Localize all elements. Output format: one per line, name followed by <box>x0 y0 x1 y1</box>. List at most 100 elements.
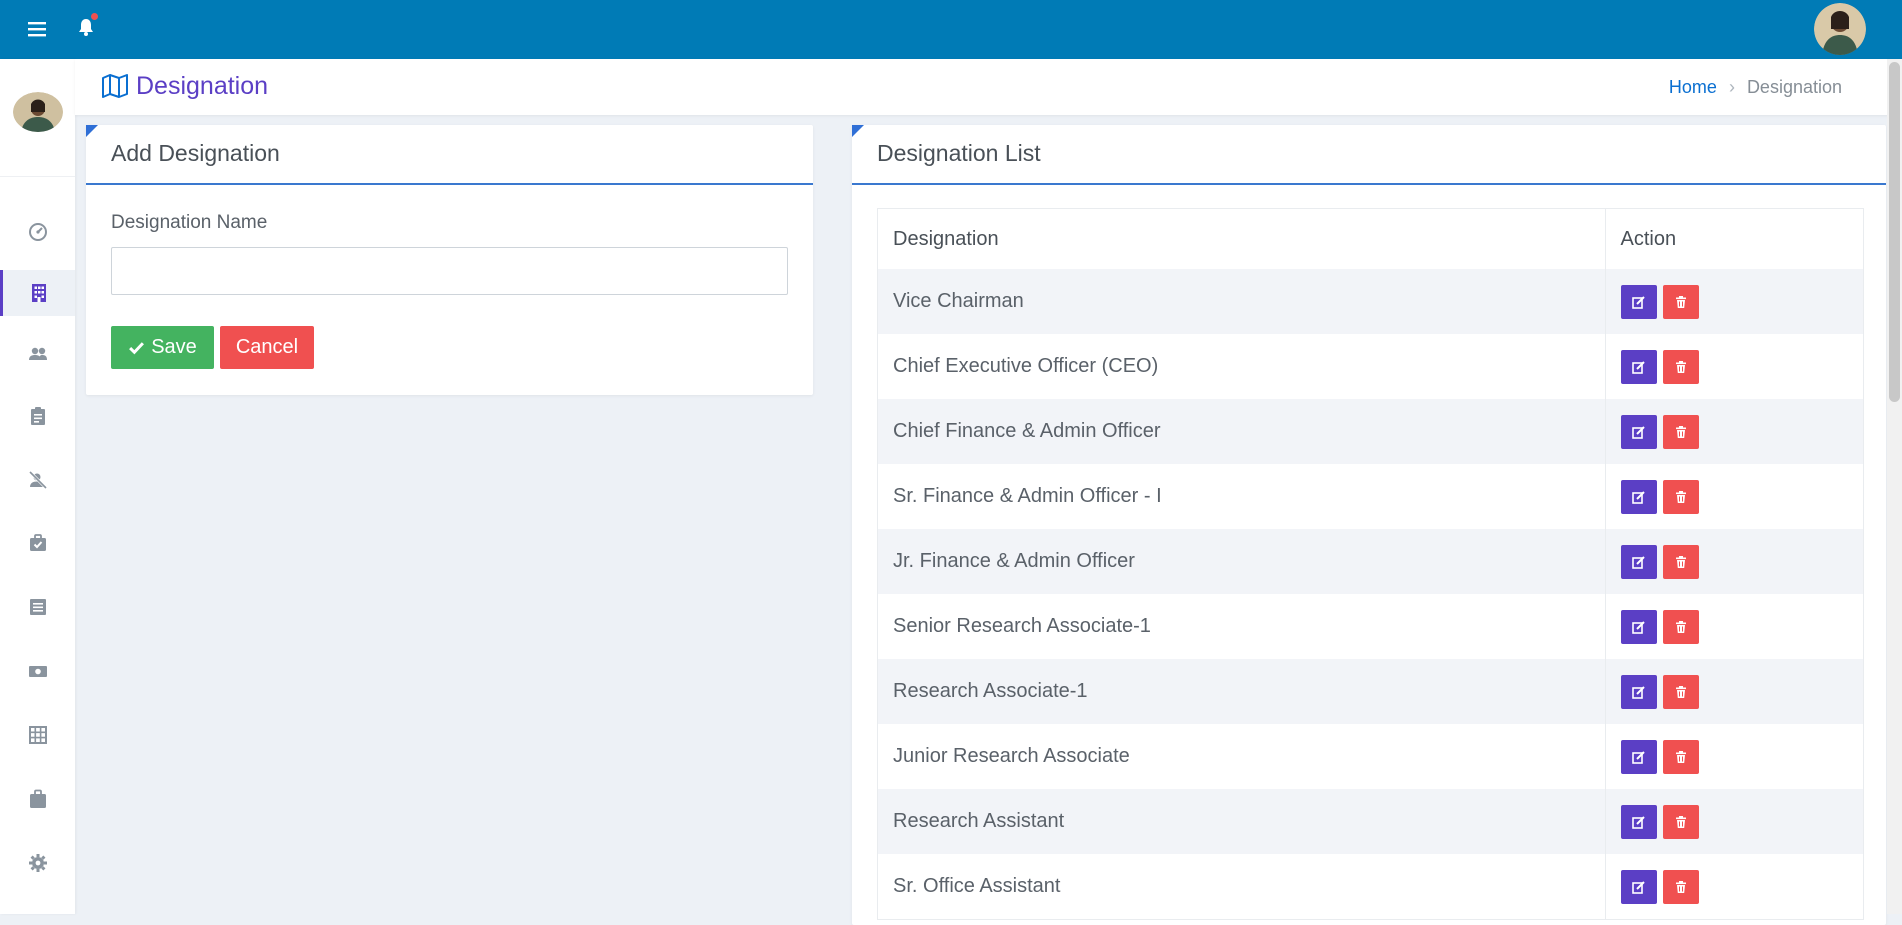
action-cell <box>1604 594 1863 659</box>
delete-button[interactable] <box>1662 284 1699 319</box>
add-designation-card: Add Designation Designation Name Save Ca… <box>86 125 813 395</box>
breadcrumb: Home › Designation <box>1669 77 1842 98</box>
table-row: Chief Executive Officer (CEO) <box>878 334 1863 399</box>
delete-button[interactable] <box>1662 479 1699 514</box>
trash-icon <box>1675 750 1686 763</box>
edit-icon <box>1631 555 1645 569</box>
table-row: Junior Research Associate <box>878 724 1863 789</box>
delete-button[interactable] <box>1662 349 1699 384</box>
action-cell <box>1604 464 1863 529</box>
designation-cell: Junior Research Associate <box>878 724 1605 789</box>
hamburger-menu-icon[interactable] <box>26 18 48 40</box>
trash-icon <box>1675 490 1686 503</box>
trash-icon <box>1675 425 1686 438</box>
edit-button[interactable] <box>1620 609 1657 644</box>
card-header: Designation List <box>852 125 1886 185</box>
designation-name-label: Designation Name <box>111 212 268 233</box>
card-header: Add Designation <box>86 125 813 185</box>
table-row: Research Associate-1 <box>878 659 1863 724</box>
gear-icon <box>28 854 47 872</box>
delete-button[interactable] <box>1662 739 1699 774</box>
delete-button[interactable] <box>1662 804 1699 839</box>
designation-cell: Chief Finance & Admin Officer <box>878 399 1605 464</box>
action-cell <box>1604 724 1863 789</box>
designation-name-input[interactable] <box>111 247 788 295</box>
table-row: Research Assistant <box>878 789 1863 854</box>
user-off-icon <box>28 470 47 490</box>
sidebar-item-designation[interactable] <box>0 270 75 316</box>
edit-button[interactable] <box>1620 739 1657 774</box>
edit-icon <box>1631 490 1645 504</box>
action-cell <box>1604 854 1863 919</box>
trash-icon <box>1675 360 1686 373</box>
sidebar <box>0 59 75 914</box>
save-button-label: Save <box>151 336 197 358</box>
page-scrollbar-thumb[interactable] <box>1889 62 1900 402</box>
edit-icon <box>1631 880 1645 894</box>
trash-icon <box>1675 880 1686 893</box>
column-header-action: Action <box>1604 209 1863 269</box>
trash-icon <box>1675 620 1686 633</box>
designation-cell: Research Associate-1 <box>878 659 1605 724</box>
action-cell <box>1604 399 1863 464</box>
delete-button[interactable] <box>1662 674 1699 709</box>
page-header: Designation Home › Designation <box>75 59 1902 115</box>
edit-button[interactable] <box>1620 674 1657 709</box>
table-row: Jr. Finance & Admin Officer <box>878 529 1863 594</box>
notification-badge <box>91 13 98 20</box>
money-icon <box>28 666 47 677</box>
action-cell <box>1604 334 1863 399</box>
table-body: Vice Chairman Chief Executive Officer (CE… <box>878 269 1863 919</box>
add-designation-title: Add Designation <box>111 140 280 166</box>
sidebar-item-grid[interactable] <box>0 712 75 758</box>
action-cell <box>1604 659 1863 724</box>
edit-button[interactable] <box>1620 869 1657 904</box>
designation-cell: Vice Chairman <box>878 269 1605 334</box>
sidebar-item-case[interactable] <box>0 776 75 822</box>
action-cell <box>1604 529 1863 594</box>
edit-button[interactable] <box>1620 804 1657 839</box>
delete-button[interactable] <box>1662 609 1699 644</box>
edit-button[interactable] <box>1620 479 1657 514</box>
designation-cell: Senior Research Associate-1 <box>878 594 1605 659</box>
action-cell <box>1604 269 1863 334</box>
sidebar-item-settings[interactable] <box>0 840 75 886</box>
designation-list-title: Designation List <box>877 140 1041 166</box>
edit-button[interactable] <box>1620 284 1657 319</box>
edit-button[interactable] <box>1620 414 1657 449</box>
designation-cell: Research Assistant <box>878 789 1605 854</box>
table-row: Chief Finance & Admin Officer <box>878 399 1863 464</box>
sidebar-item-clipboard[interactable] <box>0 393 75 439</box>
table-row: Vice Chairman <box>878 269 1863 334</box>
column-header-designation[interactable]: Designation <box>878 209 1605 269</box>
edit-icon <box>1631 815 1645 829</box>
user-avatar[interactable] <box>1814 3 1866 55</box>
sidebar-item-dashboard[interactable] <box>0 209 75 255</box>
table-row: Sr. Office Assistant <box>878 854 1863 919</box>
delete-button[interactable] <box>1662 544 1699 579</box>
sidebar-avatar[interactable] <box>13 92 63 132</box>
action-cell <box>1604 789 1863 854</box>
sidebar-item-payroll[interactable] <box>0 648 75 694</box>
page-title: Designation <box>136 72 269 100</box>
list-icon <box>29 599 46 615</box>
edit-icon <box>1631 620 1645 634</box>
delete-button[interactable] <box>1662 869 1699 904</box>
edit-button[interactable] <box>1620 349 1657 384</box>
check-icon <box>129 342 145 355</box>
cancel-button[interactable]: Cancel <box>220 326 314 369</box>
delete-button[interactable] <box>1662 414 1699 449</box>
sidebar-item-employees[interactable] <box>0 331 75 377</box>
edit-button[interactable] <box>1620 544 1657 579</box>
briefcase-check-icon <box>29 534 46 551</box>
sidebar-item-tasks[interactable] <box>0 520 75 566</box>
table-row: Senior Research Associate-1 <box>878 594 1863 659</box>
breadcrumb-home-link[interactable]: Home <box>1669 77 1717 97</box>
sidebar-item-list[interactable] <box>0 584 75 630</box>
sidebar-item-user-off[interactable] <box>0 457 75 503</box>
trash-icon <box>1675 295 1686 308</box>
breadcrumb-chevron-icon: › <box>1728 77 1735 97</box>
breadcrumb-current: Designation <box>1746 77 1842 97</box>
save-button[interactable]: Save <box>111 326 214 369</box>
trash-icon <box>1675 555 1686 568</box>
